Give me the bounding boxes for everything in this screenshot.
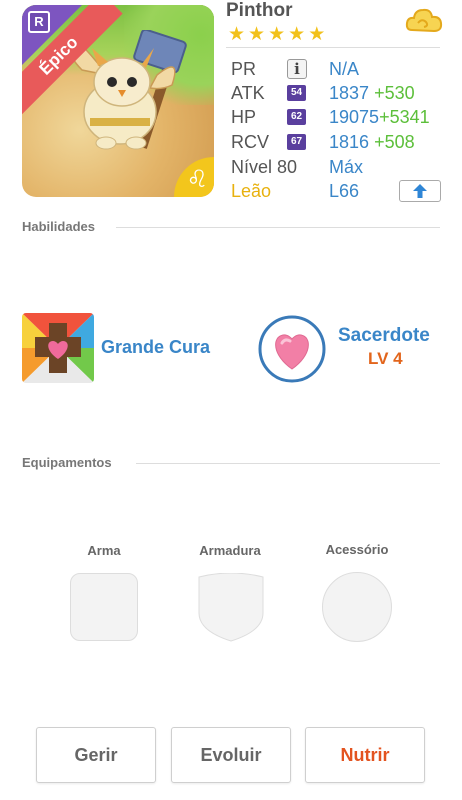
stat-bonus: +508 <box>374 132 415 152</box>
evolve-button[interactable]: Evoluir <box>171 727 291 783</box>
leader-skill-level: LV 4 <box>368 349 403 368</box>
stat-base: 19075 <box>329 107 380 127</box>
arrow-up-icon <box>413 184 427 198</box>
stat-value: N/A <box>329 59 360 79</box>
active-skill-name[interactable]: Grande Cura <box>101 337 210 358</box>
stat-label: ATK <box>231 83 265 103</box>
star-icon: ★ <box>308 24 326 45</box>
divider <box>116 227 440 228</box>
divider <box>136 463 440 464</box>
stat-label: HP <box>231 107 257 127</box>
stat-value: L66 <box>329 181 360 201</box>
star-icon: ★ <box>268 24 286 45</box>
cloud-icon[interactable] <box>404 6 444 40</box>
monster-portrait[interactable]: Épico R ♌ <box>22 5 214 197</box>
stat-bonus: +530 <box>374 83 415 103</box>
stat-tag: 62 <box>287 109 306 125</box>
accessory-slot-icon[interactable] <box>322 572 392 642</box>
stat-tag: 54 <box>287 85 306 101</box>
info-icon[interactable]: i <box>287 59 307 79</box>
stat-value: Máx <box>329 157 364 177</box>
section-title-equipment: Equipamentos <box>22 455 112 470</box>
star-icon: ★ <box>248 24 266 45</box>
stat-tag: 67 <box>287 134 306 150</box>
star-icon: ★ <box>228 24 246 45</box>
feed-button[interactable]: Nutrir <box>305 727 425 783</box>
stat-base: 1837 <box>329 83 370 103</box>
monster-name: Pinthor <box>226 0 293 21</box>
equip-label-accessory: Acessório <box>325 542 389 557</box>
star-icon: ★ <box>288 24 306 45</box>
stat-label: RCV <box>231 132 270 152</box>
level-up-button[interactable] <box>399 180 441 202</box>
weapon-slot-icon[interactable] <box>70 573 138 641</box>
stat-value: 1837 +530 <box>329 81 415 105</box>
stat-label: PR <box>231 59 257 79</box>
leader-skill-name[interactable]: Sacerdote <box>338 325 430 347</box>
divider <box>226 47 440 48</box>
equip-label-weapon: Arma <box>87 543 121 558</box>
equip-label-armor: Armadura <box>199 543 261 558</box>
stat-label: Leão <box>231 181 272 201</box>
stat-label: Nível 80 <box>231 157 298 177</box>
rarity-badge: R <box>28 11 50 33</box>
section-title-skills: Habilidades <box>22 219 95 234</box>
stat-value: 19075+5341 <box>329 105 430 129</box>
manage-button[interactable]: Gerir <box>36 727 156 783</box>
stat-bonus: +5341 <box>379 107 430 127</box>
stat-value: 1816 +508 <box>329 130 415 154</box>
star-rating: ★ ★ ★ ★ ★ <box>228 25 325 45</box>
armor-slot-icon[interactable] <box>197 573 265 643</box>
stat-base: 1816 <box>329 132 370 152</box>
pink-heart-icon[interactable] <box>258 315 326 383</box>
heart-cross-icon[interactable] <box>22 313 94 383</box>
